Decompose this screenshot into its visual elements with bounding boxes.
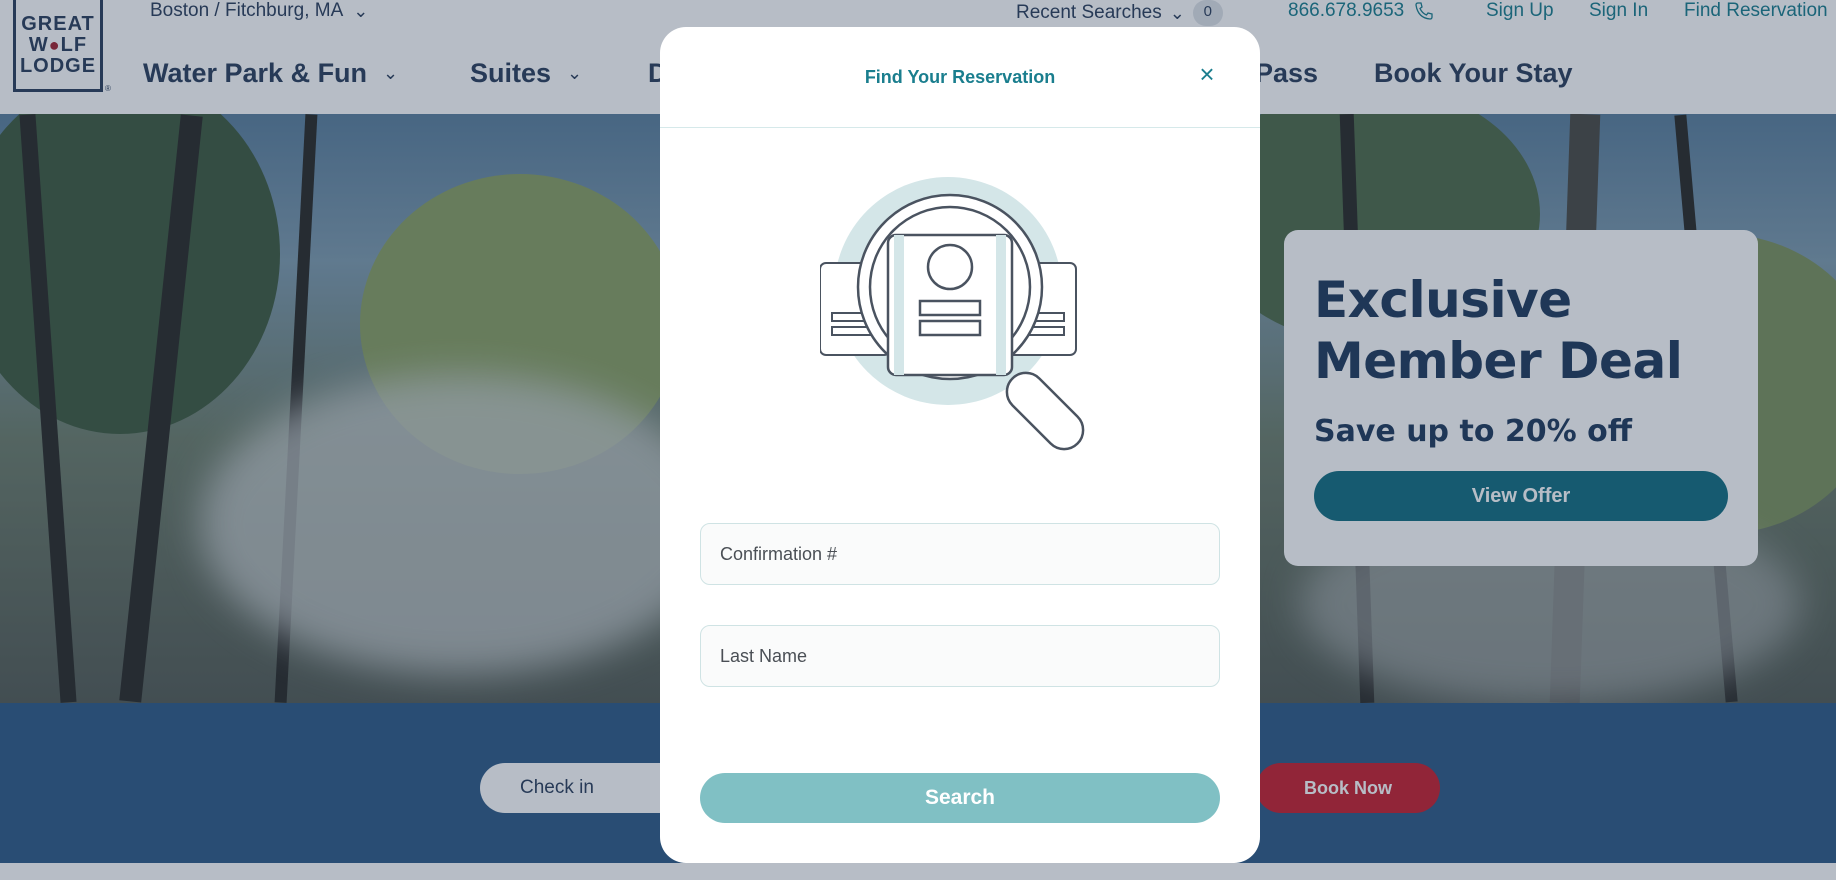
- find-reservation-modal: Find Your Reservation × Search: [660, 27, 1260, 863]
- reservation-search-illustration: [820, 177, 1085, 451]
- modal-header: Find Your Reservation ×: [660, 27, 1260, 128]
- confirmation-number-input[interactable]: [700, 523, 1220, 585]
- modal-title: Find Your Reservation: [864, 67, 1056, 87]
- last-name-input[interactable]: [700, 625, 1220, 687]
- search-button[interactable]: Search: [700, 773, 1220, 823]
- close-icon[interactable]: ×: [1194, 61, 1220, 87]
